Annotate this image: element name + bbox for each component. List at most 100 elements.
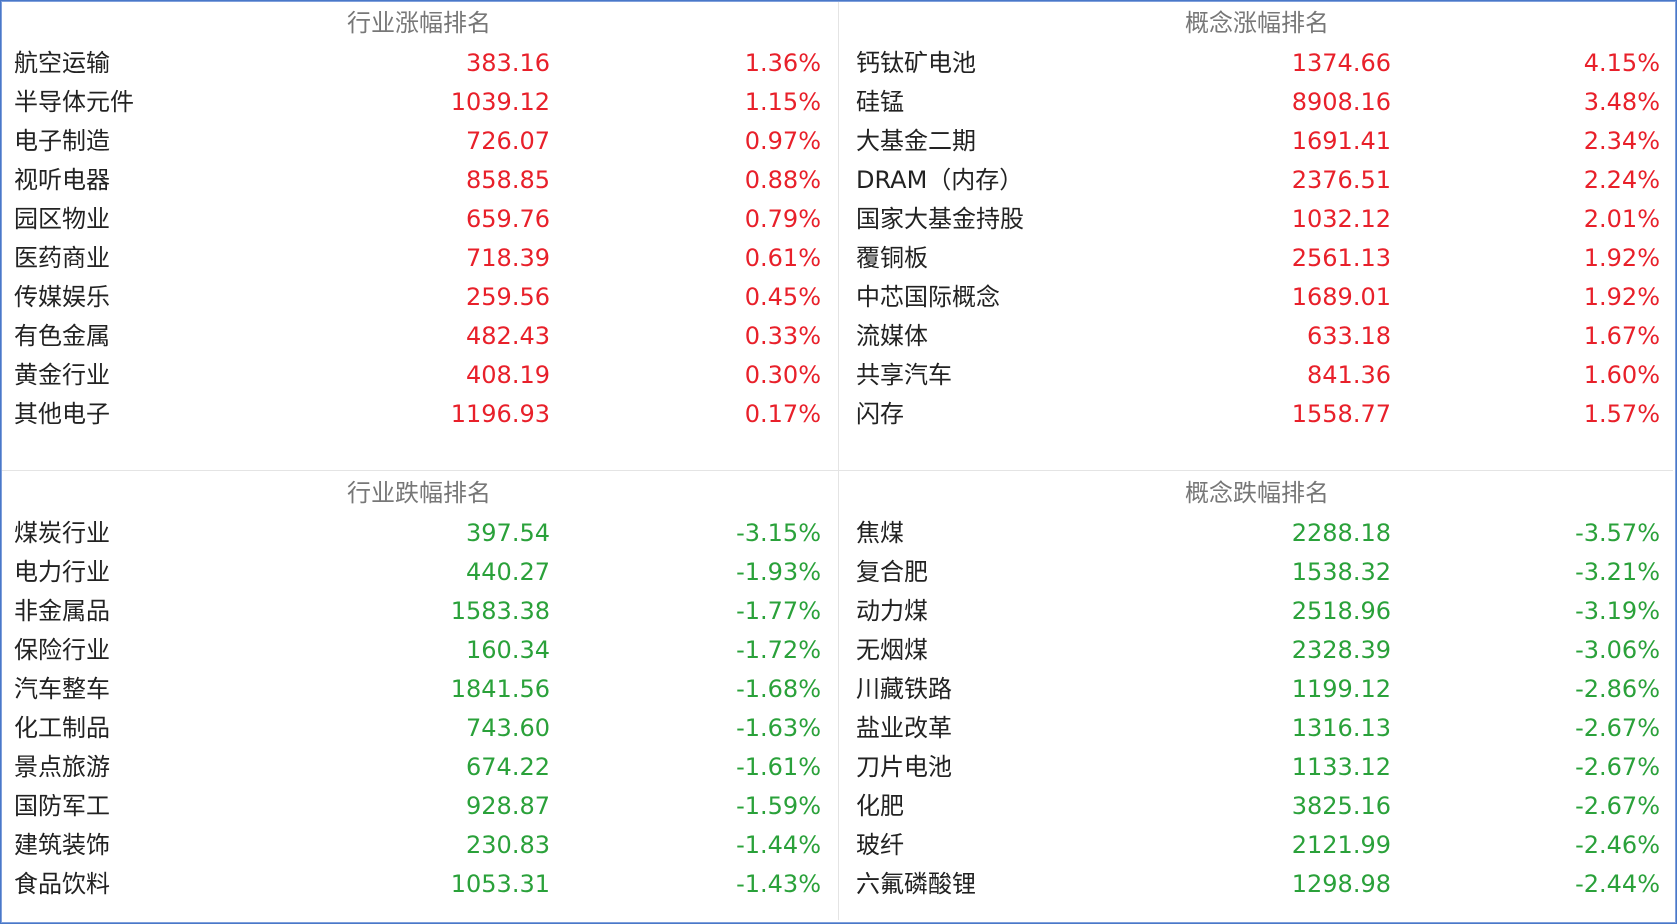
ranking-row[interactable]: 无烟煤 2328.39 -3.06% [838,631,1676,670]
index-value: 160.34 [466,636,550,664]
change-percent: -2.86% [1575,675,1660,703]
sector-name: 其他电子 [14,400,110,428]
sector-name: 传媒娱乐 [14,283,110,311]
ranking-row[interactable]: 电力行业 440.27 -1.93% [0,553,838,592]
ranking-row[interactable]: 传媒娱乐 259.56 0.45% [0,278,838,317]
change-percent: -3.21% [1575,558,1660,586]
ranking-row[interactable]: 动力煤 2518.96 -3.19% [838,592,1676,631]
ranking-row[interactable]: 中芯国际概念 1689.01 1.92% [838,278,1676,317]
industry-gain-panel: 行业涨幅排名 航空运输 383.16 1.36% 半导体元件 1039.12 1.15% 电… [0,0,838,470]
index-value: 1032.12 [1291,205,1391,233]
change-percent: -2.46% [1575,831,1660,859]
index-value: 1374.66 [1291,49,1391,77]
ranking-row[interactable]: 复合肥 1538.32 -3.21% [838,553,1676,592]
panel-title: 概念跌幅排名 [1185,479,1329,507]
ranking-row[interactable]: 化肥 3825.16 -2.67% [838,787,1676,826]
ranking-row[interactable]: 川藏铁路 1199.12 -2.86% [838,670,1676,709]
ranking-row[interactable]: 覆铜板 2561.13 1.92% [838,239,1676,278]
concept-gain-panel: 概念涨幅排名 钙钛矿电池 1374.66 4.15% 硅锰 8908.16 3.48% 大基… [838,0,1676,470]
ranking-list: 煤炭行业 397.54 -3.15% 电力行业 440.27 -1.93% 非金属品 1583… [0,514,838,904]
index-value: 1053.31 [450,870,550,898]
ranking-row[interactable]: 玻纤 2121.99 -2.46% [838,826,1676,865]
ranking-row[interactable]: 保险行业 160.34 -1.72% [0,631,838,670]
change-percent: 1.36% [744,49,821,77]
index-value: 1538.32 [1291,558,1391,586]
index-value: 1316.13 [1291,714,1391,742]
sector-name: 大基金二期 [856,127,976,155]
sector-name: 煤炭行业 [14,519,110,547]
ranking-row[interactable]: 化工制品 743.60 -1.63% [0,709,838,748]
sector-name: 盐业改革 [856,714,952,742]
sector-name: 景点旅游 [14,753,110,781]
ranking-row[interactable]: 国家大基金持股 1032.12 2.01% [838,200,1676,239]
sector-name: 非金属品 [14,597,110,625]
sector-name: 保险行业 [14,636,110,664]
change-percent: 1.60% [1583,361,1660,389]
sector-name: 国防军工 [14,792,110,820]
change-percent: 1.57% [1583,400,1660,428]
index-value: 1691.41 [1291,127,1391,155]
ranking-row[interactable]: 其他电子 1196.93 0.17% [0,395,838,434]
ranking-list: 焦煤 2288.18 -3.57% 复合肥 1538.32 -3.21% 动力煤 2518.9… [838,514,1676,904]
index-value: 2561.13 [1291,244,1391,272]
change-percent: -3.15% [736,519,821,547]
ranking-row[interactable]: 共享汽车 841.36 1.60% [838,356,1676,395]
ranking-row[interactable]: 电子制造 726.07 0.97% [0,122,838,161]
sector-name: 电子制造 [14,127,110,155]
ranking-row[interactable]: 黄金行业 408.19 0.30% [0,356,838,395]
sector-name: 化肥 [856,792,904,820]
change-percent: 0.17% [744,400,821,428]
index-value: 743.60 [466,714,550,742]
change-percent: 0.88% [744,166,821,194]
sector-name: 电力行业 [14,558,110,586]
ranking-row[interactable]: 刀片电池 1133.12 -2.67% [838,748,1676,787]
index-value: 1689.01 [1291,283,1391,311]
ranking-row[interactable]: 医药商业 718.39 0.61% [0,239,838,278]
index-value: 2328.39 [1291,636,1391,664]
ranking-row[interactable]: 食品饮料 1053.31 -1.43% [0,865,838,904]
ranking-row[interactable]: 硅锰 8908.16 3.48% [838,83,1676,122]
ranking-row[interactable]: 视听电器 858.85 0.88% [0,161,838,200]
ranking-row[interactable]: 闪存 1558.77 1.57% [838,395,1676,434]
ranking-row[interactable]: 六氟磷酸锂 1298.98 -2.44% [838,865,1676,904]
change-percent: -1.59% [736,792,821,820]
ranking-row[interactable]: 园区物业 659.76 0.79% [0,200,838,239]
ranking-row[interactable]: 大基金二期 1691.41 2.34% [838,122,1676,161]
ranking-row[interactable]: 非金属品 1583.38 -1.77% [0,592,838,631]
sector-name: 刀片电池 [856,753,952,781]
sector-name: 流媒体 [856,322,928,350]
ranking-row[interactable]: 建筑装饰 230.83 -1.44% [0,826,838,865]
index-value: 259.56 [466,283,550,311]
change-percent: 3.48% [1583,88,1660,116]
index-value: 1558.77 [1291,400,1391,428]
ranking-row[interactable]: 国防军工 928.87 -1.59% [0,787,838,826]
index-value: 2376.51 [1291,166,1391,194]
change-percent: -1.61% [736,753,821,781]
sector-name: 国家大基金持股 [856,205,1024,233]
change-percent: 2.24% [1583,166,1660,194]
ranking-row[interactable]: 航空运输 383.16 1.36% [0,44,838,83]
change-percent: -3.57% [1575,519,1660,547]
sector-name: 动力煤 [856,597,928,625]
sector-name: 半导体元件 [14,88,134,116]
change-percent: -1.68% [736,675,821,703]
ranking-row[interactable]: 景点旅游 674.22 -1.61% [0,748,838,787]
ranking-row[interactable]: 煤炭行业 397.54 -3.15% [0,514,838,553]
index-value: 1196.93 [450,400,550,428]
change-percent: -2.67% [1575,792,1660,820]
sector-name: 复合肥 [856,558,928,586]
ranking-row[interactable]: 盐业改革 1316.13 -2.67% [838,709,1676,748]
sector-name: 视听电器 [14,166,110,194]
ranking-row[interactable]: DRAM（内存） 2376.51 2.24% [838,161,1676,200]
index-value: 1199.12 [1291,675,1391,703]
ranking-row[interactable]: 汽车整车 1841.56 -1.68% [0,670,838,709]
ranking-row[interactable]: 钙钛矿电池 1374.66 4.15% [838,44,1676,83]
change-percent: 2.01% [1583,205,1660,233]
sector-name: 无烟煤 [856,636,928,664]
ranking-row[interactable]: 有色金属 482.43 0.33% [0,317,838,356]
ranking-row[interactable]: 流媒体 633.18 1.67% [838,317,1676,356]
ranking-row[interactable]: 焦煤 2288.18 -3.57% [838,514,1676,553]
sector-name: 建筑装饰 [14,831,110,859]
ranking-row[interactable]: 半导体元件 1039.12 1.15% [0,83,838,122]
sector-name: 焦煤 [856,519,904,547]
